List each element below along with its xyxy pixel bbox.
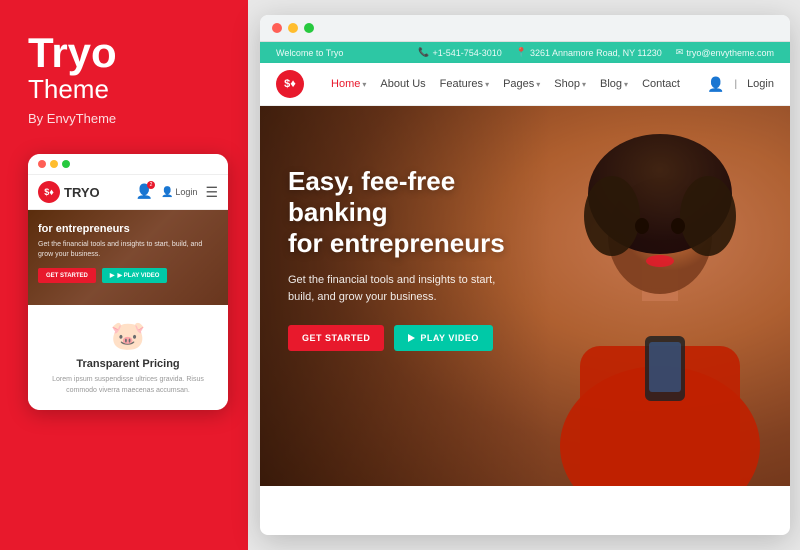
piggy-bank-icon: 🐷 (38, 319, 218, 352)
browser-chrome (260, 15, 790, 42)
home-chevron-icon: ▾ (362, 80, 366, 89)
mobile-dot-red (38, 160, 46, 168)
pages-chevron-icon: ▾ (536, 80, 540, 89)
address-info: 📍 3261 Annamore Road, NY 11230 (516, 47, 662, 58)
hamburger-icon[interactable]: ☰ (205, 184, 218, 201)
mobile-hero: for entrepreneurs Get the financial tool… (28, 210, 228, 305)
user-icon: 👤 (707, 76, 724, 93)
mobile-section-title: Transparent Pricing (38, 358, 218, 370)
mobile-dot-yellow (50, 160, 58, 168)
left-panel: Tryo Theme By EnvyTheme $♦ TRYO 👤 2 (0, 0, 248, 550)
main-nav: $♦ Home ▾ About Us Features ▾ Pages ▾ Sh… (260, 63, 790, 106)
email-icon: ✉ (676, 47, 684, 58)
nav-link-pages[interactable]: Pages ▾ (503, 78, 540, 90)
mobile-hero-sub: Get the financial tools and insights to … (38, 240, 218, 260)
hero-buttons: GET STARTED PLAY VIDEO (288, 325, 548, 351)
mobile-browser-bar (28, 154, 228, 175)
nav-links: Home ▾ About Us Features ▾ Pages ▾ Shop … (331, 78, 680, 90)
nav-link-contact[interactable]: Contact (642, 78, 680, 90)
play-triangle-icon (408, 334, 415, 342)
nav-separator: | (734, 79, 737, 90)
info-bar-right: 📞 +1-541-754-3010 📍 3261 Annamore Road, … (418, 47, 774, 58)
mobile-logo-text: TRYO (64, 185, 100, 200)
mobile-logo: $♦ TRYO (38, 181, 100, 203)
mobile-play-icon: ▶ (110, 272, 115, 279)
blog-chevron-icon: ▾ (624, 80, 628, 89)
browser-dot-green (304, 23, 314, 33)
login-link[interactable]: Login (747, 78, 774, 90)
top-info-bar: Welcome to Tryo 📞 +1-541-754-3010 📍 3261… (260, 42, 790, 63)
hero-description: Get the financial tools and insights to … (288, 272, 548, 307)
browser-dot-yellow (288, 23, 298, 33)
hero-title: Easy, fee-free bankingfor entrepreneurs (288, 166, 548, 260)
mobile-section-text: Lorem ipsum suspendisse ultrices gravida… (38, 375, 218, 396)
brand-title: Tryo (28, 32, 220, 74)
phone-info: 📞 +1-541-754-3010 (418, 47, 502, 58)
hero-section: Easy, fee-free bankingfor entrepreneurs … (260, 106, 790, 486)
brand-by: By EnvyTheme (28, 111, 220, 126)
features-chevron-icon: ▾ (485, 80, 489, 89)
get-started-button[interactable]: GET STARTED (288, 325, 384, 351)
nav-link-shop[interactable]: Shop ▾ (554, 78, 586, 90)
mobile-nav-icons: 👤 2 👤 Login ☰ (136, 183, 218, 201)
mobile-content: 🐷 Transparent Pricing Lorem ipsum suspen… (28, 305, 228, 410)
hero-content: Easy, fee-free bankingfor entrepreneurs … (288, 166, 548, 351)
nav-logo-icon: $♦ (276, 70, 304, 98)
mobile-logo-icon: $♦ (38, 181, 60, 203)
nav-link-about[interactable]: About Us (380, 78, 425, 90)
map-icon: 📍 (516, 47, 527, 58)
nav-link-blog[interactable]: Blog ▾ (600, 78, 628, 90)
notification-badge: 👤 2 (136, 183, 153, 201)
nav-right: 👤 | Login (707, 76, 774, 93)
shop-chevron-icon: ▾ (582, 80, 586, 89)
mobile-hero-text: for entrepreneurs (38, 222, 218, 236)
browser-dot-red (272, 23, 282, 33)
brand-subtitle: Theme (28, 74, 220, 105)
nav-link-home[interactable]: Home ▾ (331, 78, 366, 90)
mobile-play-button[interactable]: ▶ ▶ PLAY VIDEO (102, 268, 168, 283)
play-video-button[interactable]: PLAY VIDEO (394, 325, 493, 351)
nav-logo[interactable]: $♦ (276, 70, 304, 98)
mobile-mockup: $♦ TRYO 👤 2 👤 Login ☰ for entrepreneurs … (28, 154, 228, 410)
phone-icon: 📞 (418, 47, 429, 58)
badge-dot: 2 (147, 181, 155, 189)
browser-mockup: Welcome to Tryo 📞 +1-541-754-3010 📍 3261… (260, 15, 790, 535)
welcome-text: Welcome to Tryo (276, 48, 343, 58)
mobile-nav: $♦ TRYO 👤 2 👤 Login ☰ (28, 175, 228, 210)
mobile-dot-green (62, 160, 70, 168)
email-info: ✉ tryo@envytheme.com (676, 47, 774, 58)
mobile-dots (38, 160, 70, 168)
mobile-get-started-button[interactable]: GET STARTED (38, 268, 96, 283)
login-btn-mobile[interactable]: 👤 Login (161, 187, 197, 198)
nav-link-features[interactable]: Features ▾ (440, 78, 489, 90)
mobile-hero-buttons: GET STARTED ▶ ▶ PLAY VIDEO (38, 268, 218, 283)
